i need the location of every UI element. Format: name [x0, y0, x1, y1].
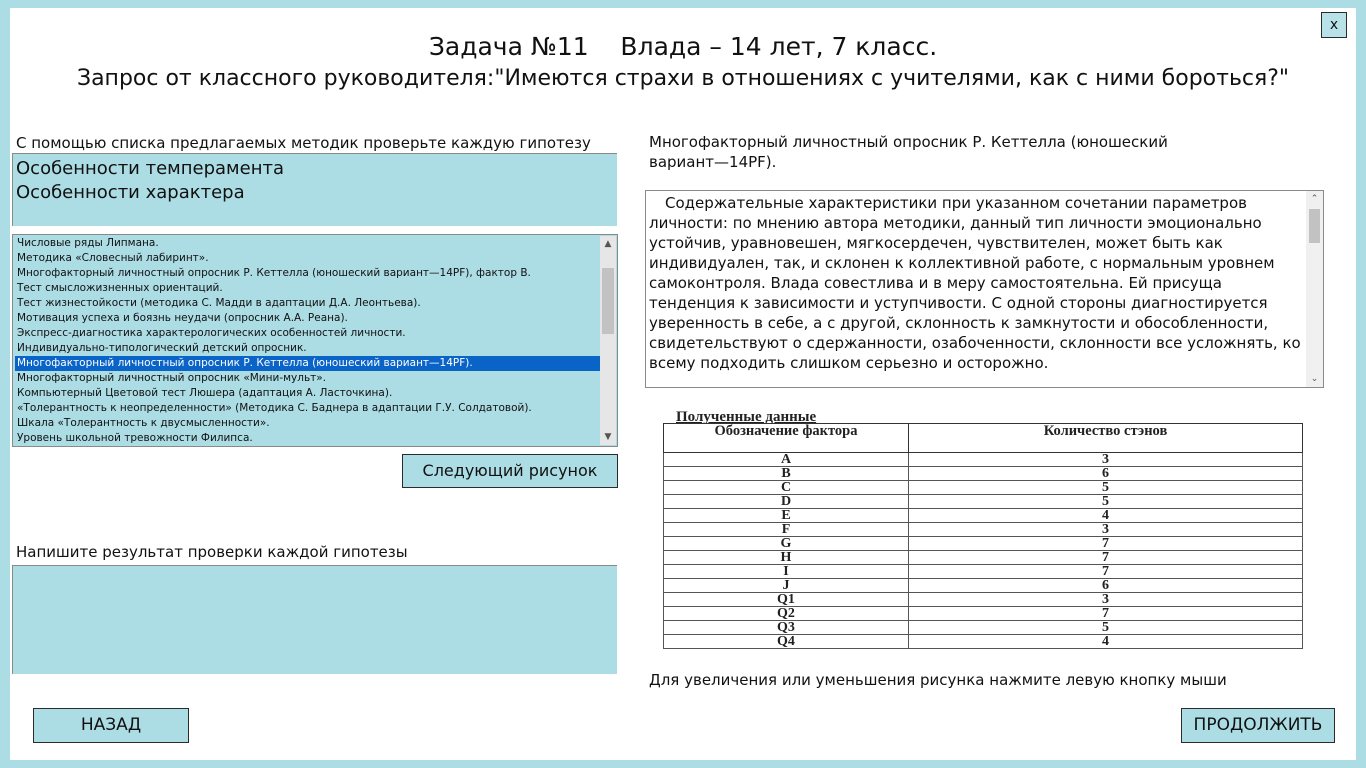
description-text: Содержательные характеристики при указан… — [649, 194, 1301, 372]
method-list-item[interactable]: Многофакторный личностный опросник Р. Ке… — [15, 356, 600, 371]
factor-cell: F — [663, 522, 909, 537]
next-picture-button[interactable]: Следующий рисунок — [402, 454, 618, 488]
hypothesis-item: Особенности характера — [16, 182, 245, 203]
stens-cell: 6 — [908, 578, 1303, 593]
factor-cell: J — [663, 578, 909, 593]
table-row: B6 — [663, 466, 1303, 481]
factor-cell: A — [663, 452, 909, 467]
table-row: Q1 3 — [663, 592, 1303, 607]
factor-cell: I — [663, 564, 909, 579]
description-box[interactable]: Содержательные характеристики при указан… — [645, 190, 1324, 388]
back-button[interactable]: НАЗАД — [33, 708, 189, 743]
description-scrollbar[interactable]: ⌃ ⌄ — [1306, 191, 1323, 387]
scroll-down-icon[interactable]: ▼ — [600, 429, 616, 445]
stens-cell: 7 — [908, 536, 1303, 551]
hypothesis-item: Особенности темперамента — [16, 158, 284, 179]
method-list-item[interactable]: Индивидуально-типологический детский опр… — [15, 341, 600, 356]
scroll-thumb[interactable] — [602, 268, 614, 334]
stens-cell: 7 — [908, 564, 1303, 579]
factor-cell: D — [663, 494, 909, 509]
table-row: F3 — [663, 522, 1303, 537]
stens-cell: 3 — [908, 522, 1303, 537]
method-list-item[interactable]: Тест жизнестойкости (методика С. Мадди в… — [15, 296, 600, 311]
method-list-item[interactable]: Тест смысложизненных ориентаций. — [15, 281, 600, 296]
factor-cell: G — [663, 536, 909, 551]
method-list-item[interactable]: Числовые ряды Липмана. — [15, 236, 600, 251]
stens-cell: 5 — [908, 620, 1303, 635]
stens-cell: 7 — [908, 550, 1303, 565]
request-text: Запрос от классного руководителя:"Имеютс… — [76, 66, 1290, 91]
task-title: Задача №11 Влада – 14 лет, 7 класс. — [428, 32, 938, 61]
result-label: Напишите результат проверки каждой гипот… — [16, 543, 408, 561]
stens-cell: 7 — [908, 606, 1303, 621]
scroll-down-icon[interactable]: ⌄ — [1306, 371, 1323, 387]
scroll-up-icon[interactable]: ▲ — [600, 236, 616, 252]
scroll-up-icon[interactable]: ⌃ — [1306, 191, 1323, 207]
table-row: I7 — [663, 564, 1303, 579]
table-row: D5 — [663, 494, 1303, 509]
zoom-hint: Для увеличения или уменьшения рисунка на… — [649, 671, 1227, 689]
results-table[interactable]: Обозначение фактора Количество стэнов A3… — [663, 423, 1303, 649]
method-list-item[interactable]: «Толерантность к неопределенности» (Мето… — [15, 401, 600, 416]
table-row: G7 — [663, 536, 1303, 551]
factor-cell: Q1 — [663, 592, 909, 607]
continue-button[interactable]: ПРОДОЛЖИТЬ — [1181, 708, 1335, 743]
method-list-item[interactable]: Экспресс-диагностика характерологических… — [15, 326, 600, 341]
factor-cell: C — [663, 480, 909, 495]
method-name: Многофакторный личностный опросник Р. Ке… — [649, 133, 1168, 171]
table-row: Q2 7 — [663, 606, 1303, 621]
stens-cell: 4 — [908, 634, 1303, 649]
factor-cell: B — [663, 466, 909, 481]
stens-cell: 6 — [908, 466, 1303, 481]
method-list-item[interactable]: Многофакторный личностный опросник «Мини… — [15, 371, 600, 386]
hypotheses-label: С помощью списка предлагаемых методик пр… — [16, 134, 591, 152]
method-list-item[interactable]: Мотивация успеха и боязнь неудачи (опрос… — [15, 311, 600, 326]
table-row: Q4 4 — [663, 634, 1303, 649]
table-row: Q3 5 — [663, 620, 1303, 635]
scroll-thumb[interactable] — [1309, 209, 1320, 243]
table-row: E4 — [663, 508, 1303, 523]
factor-cell: Q2 — [663, 606, 909, 621]
methods-list-items: Числовые ряды Липмана. Методика «Словесны… — [15, 236, 600, 446]
table-body: A 3 B 6 C 5 D 5 E 4 F 3 G 7 H 7 I 7 J 6 Q1 3 Q2 7 Q3 5 Q4 4 — [663, 452, 1303, 649]
stens-cell: 3 — [908, 592, 1303, 607]
table-row: J6 — [663, 578, 1303, 593]
method-list-item[interactable]: Уровень школьной тревожности Филипса. — [15, 431, 600, 446]
method-list-item[interactable]: Многофакторный личностный опросник Р. Ке… — [15, 266, 600, 281]
stens-cell: 4 — [908, 508, 1303, 523]
stens-cell: 3 — [908, 452, 1303, 467]
methods-scrollbar[interactable]: ▲ ▼ — [600, 236, 616, 445]
hypotheses-box[interactable]: Особенности темперамента Особенности хар… — [12, 153, 617, 226]
table-row: C5 — [663, 480, 1303, 495]
table-row: H7 — [663, 550, 1303, 565]
table-row: A3 — [663, 452, 1303, 467]
method-list-item[interactable]: Компьютерный Цветовой тест Люшера (адапт… — [15, 386, 600, 401]
method-list-item[interactable]: Методика «Словесный лабиринт». — [15, 251, 600, 266]
factor-cell: E — [663, 508, 909, 523]
methods-listbox[interactable]: Числовые ряды Липмана. Методика «Словесны… — [12, 234, 618, 447]
stens-cell: 5 — [908, 480, 1303, 495]
factor-cell: Q3 — [663, 620, 909, 635]
table-header-stens: Количество стэнов — [908, 423, 1303, 453]
method-list-item[interactable]: Шкала «Толерантность к двусмысленности». — [15, 416, 600, 431]
result-input[interactable] — [12, 565, 617, 674]
factor-cell: Q4 — [663, 634, 909, 649]
factor-cell: H — [663, 550, 909, 565]
table-header-factor: Обозначение фактора — [663, 423, 909, 453]
stens-cell: 5 — [908, 494, 1303, 509]
